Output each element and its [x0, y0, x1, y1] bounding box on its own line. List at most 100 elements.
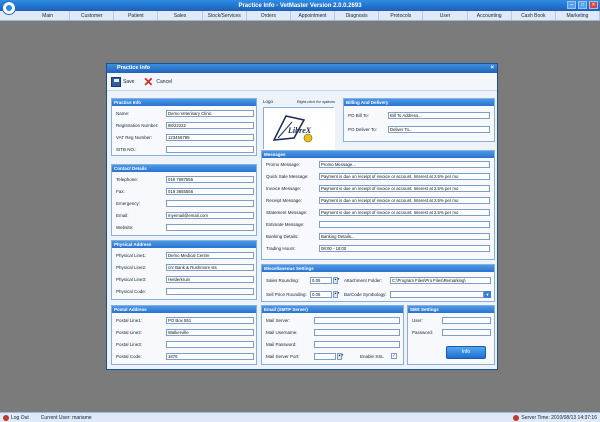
emergency-field[interactable] [166, 200, 254, 207]
cancel-label: Cancel [156, 78, 172, 85]
dialog-title-bar: Practice Info × [107, 64, 497, 73]
save-button[interactable]: Save [111, 76, 135, 87]
save-label: Save [123, 78, 135, 85]
menu-customer[interactable]: Customer [70, 11, 115, 20]
contact-details-header: Contact Details [112, 165, 256, 172]
barcode-symbology-select[interactable] [390, 291, 484, 298]
menu-stock-services[interactable]: Stock/Services [203, 11, 247, 20]
mail-password-field[interactable] [314, 341, 400, 348]
logo-panel: Logo Right-click for options LibreX [261, 98, 337, 151]
logout-link[interactable]: Log Out [11, 415, 29, 421]
mail-username-label: Mail Username: [266, 330, 298, 335]
physical-line2-label: Physical Line2: [116, 265, 147, 270]
cancel-button[interactable]: ✕ Cancel [142, 76, 172, 88]
maximize-button[interactable]: □ [578, 1, 587, 9]
sell-price-rounding-spinner[interactable]: ▲▼ [333, 291, 340, 298]
app-title-bar: Practice Info - VetMaster Version 2.0.0.… [0, 0, 600, 11]
current-user-label: Current User: mariame [40, 414, 92, 421]
sms-user-label: User: [412, 318, 423, 323]
invoice-message-label: Invoice Message: [266, 186, 302, 191]
vat-field[interactable]: 123456789 [166, 134, 254, 141]
estimate-message-field[interactable] [319, 221, 490, 228]
statement-message-field[interactable]: Payment is due on receipt of invoice or … [319, 209, 490, 216]
postal-line2-field[interactable]: Walkerville [166, 329, 254, 336]
physical-line3-field[interactable]: Helderkruin [166, 276, 254, 283]
menu-cash-book[interactable]: Cash Book [512, 11, 556, 20]
email-smtp-panel: Email (SMTP Server) Mail Server: Mail Us… [261, 305, 404, 365]
postal-address-panel: Postal Address Postal Line1: PO Box 551 … [111, 305, 257, 365]
email-field[interactable]: myemail@email.com [166, 212, 254, 219]
sales-rounding-field[interactable]: 0.05 [310, 277, 332, 284]
sales-rounding-label: Sales Rounding: [266, 278, 300, 283]
menu-main[interactable]: Main [26, 11, 71, 20]
dialog-close-icon[interactable]: × [490, 65, 494, 72]
banking-details-field[interactable]: Banking Details... [319, 233, 490, 240]
sales-rounding-spinner[interactable]: ▲▼ [333, 277, 340, 284]
info-button[interactable]: Info [446, 346, 486, 359]
minimize-button[interactable]: – [567, 1, 576, 9]
misc-settings-panel: Miscellaneous Settings Sales Rounding: 0… [261, 264, 495, 302]
promo-message-field[interactable]: Promo Message... [319, 161, 490, 168]
menu-accounting[interactable]: Accounting [468, 11, 512, 20]
physical-line2-field[interactable]: cnr Bank & Rushmore sts [166, 264, 254, 271]
menu-orders[interactable]: Orders [247, 11, 291, 20]
logo-brand: LibreX [288, 126, 312, 135]
cancel-icon: ✕ [143, 74, 154, 89]
logo-image[interactable]: LibreX [263, 107, 335, 150]
sitb-field[interactable] [166, 146, 254, 153]
receipt-message-field[interactable]: Payment is due on receipt of invoice or … [319, 197, 490, 204]
quick-sale-message-label: Quick Sale Message: [266, 174, 309, 179]
logo-hint: Right-click for options [296, 99, 335, 104]
logo-label: Logo [263, 99, 274, 104]
dialog-toolbar: Save ✕ Cancel [107, 73, 497, 91]
practice-info-dialog: Practice Info × Save ✕ Cancel Practice I… [106, 63, 498, 370]
fax-field[interactable]: 018 3655556 [166, 188, 254, 195]
barcode-symbology-label: BarCode Symbology: [344, 292, 387, 297]
registration-field[interactable]: 88/22222 [166, 122, 254, 129]
chevron-down-icon[interactable]: ▼ [484, 291, 491, 298]
menu-patient[interactable]: Patient [114, 11, 159, 20]
physical-line1-label: Physical Line1: [116, 253, 147, 258]
billing-delivery-panel: Billing And Delivery PO Bill To: Bill To… [343, 98, 495, 142]
sms-password-field[interactable] [442, 329, 491, 336]
postal-line3-field[interactable] [166, 341, 254, 348]
invoice-message-field[interactable]: Payment is due on receipt of invoice or … [319, 185, 490, 192]
sms-settings-header: SMS Settings [408, 306, 494, 313]
website-field[interactable] [166, 224, 254, 231]
mail-username-field[interactable] [314, 329, 400, 336]
mail-server-port-field[interactable] [314, 353, 336, 360]
quick-sale-message-field[interactable]: Payment is due on receipt of invoice or … [319, 173, 490, 180]
menu-user[interactable]: User [423, 11, 468, 20]
menu-marketing[interactable]: Marketing [556, 11, 600, 20]
postal-line1-field[interactable]: PO Box 551 [166, 317, 254, 324]
physical-code-field[interactable] [166, 288, 254, 295]
receipt-message-label: Receipt Message: [266, 198, 303, 203]
telephone-field[interactable]: 018 7687555 [166, 176, 254, 183]
sitb-label: SITB NO.: [116, 147, 137, 152]
name-field[interactable]: Demo Veterinary Clinic [166, 110, 254, 117]
postal-code-field[interactable]: 1876 [166, 353, 254, 360]
app-logo-icon [2, 1, 16, 15]
postal-address-header: Postal Address [112, 306, 256, 313]
po-bill-to-field[interactable]: Bill To Address... [388, 112, 490, 119]
fax-label: Fax: [116, 189, 125, 194]
server-time-label: Server Time: 2010/08/13 14:37:16 [521, 414, 597, 421]
enable-ssl-checkbox[interactable]: ✓ [391, 353, 397, 359]
statement-message-label: Statement Message: [266, 210, 308, 215]
attachment-folder-field[interactable]: C:\Program Files\Pro Files\Remarking\ [390, 277, 491, 284]
close-button[interactable]: × [589, 1, 598, 9]
messages-panel: Messages Promo Message: Promo Message...… [261, 150, 495, 260]
status-bar: Log Out Current User: mariame Server Tim… [0, 412, 600, 422]
menu-appointment[interactable]: Appointment [291, 11, 336, 20]
physical-line1-field[interactable]: Demo Medical Centre [166, 252, 254, 259]
mail-server-field[interactable] [314, 317, 400, 324]
mail-port-spinner[interactable]: ▲▼ [337, 353, 344, 360]
banking-details-label: Banking Details: [266, 234, 299, 239]
sms-user-field[interactable] [442, 317, 491, 324]
menu-protocols[interactable]: Protocols [379, 11, 424, 20]
po-deliver-to-field[interactable]: Deliver To... [388, 126, 490, 133]
trading-hours-field[interactable]: 08:00 - 18:00 [319, 245, 490, 252]
sell-price-rounding-field[interactable]: 0.05 [310, 291, 332, 298]
menu-diagnosis[interactable]: Diagnosis [335, 11, 380, 20]
menu-sales[interactable]: Sales [158, 11, 203, 20]
